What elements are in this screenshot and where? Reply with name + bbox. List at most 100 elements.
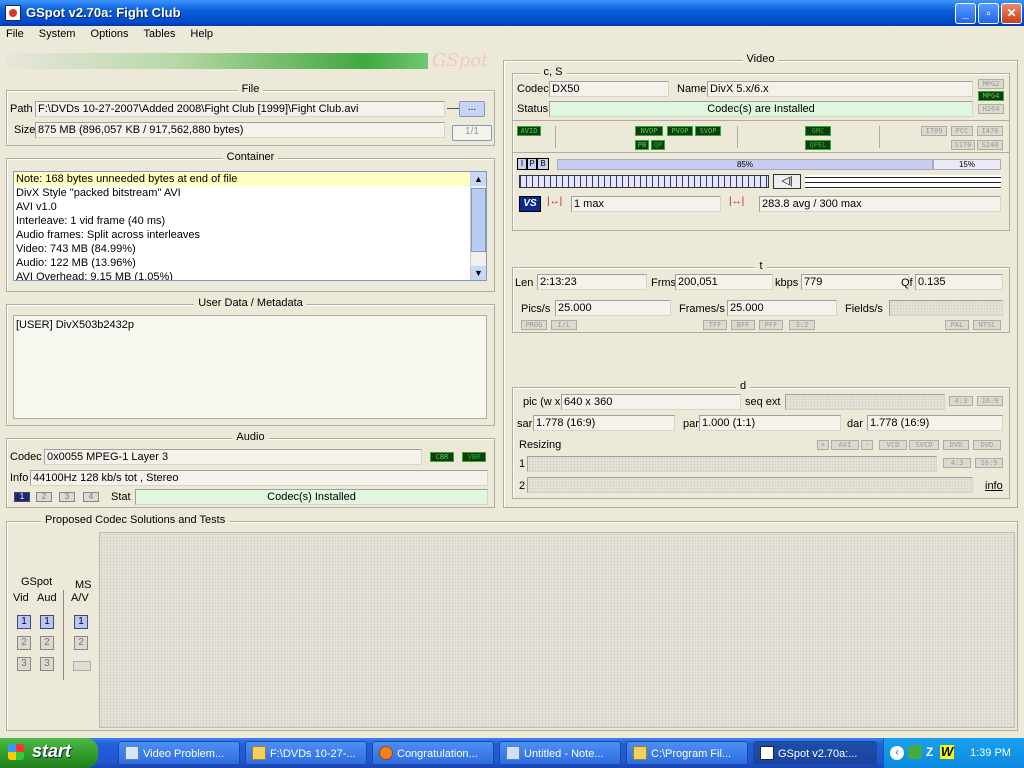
start-button[interactable]: start (0, 738, 98, 768)
container-list[interactable]: Note: 168 bytes unneeded bytes at end of… (13, 171, 487, 281)
av-test-3[interactable] (73, 661, 91, 671)
tray-zonealarm-icon[interactable]: Z (926, 745, 933, 759)
codec-subgroup: c, S Codec DX50 Name DivX 5.x/6.x MPG2 M… (512, 66, 1010, 231)
task-congratulation[interactable]: Congratulation... (372, 741, 494, 765)
proposed-title: Proposed Codec Solutions and Tests (41, 514, 230, 526)
resize-plus-button[interactable]: + (817, 440, 829, 450)
seqext-label: seq ext (745, 396, 781, 408)
scroll-down-icon[interactable]: ▼ (471, 266, 486, 280)
gspot-app-icon (760, 746, 774, 760)
mpg2-tag: MPG2 (978, 79, 1004, 89)
menu-options[interactable]: Options (85, 26, 135, 40)
scroll-up-icon[interactable]: ▲ (471, 172, 486, 186)
divider (63, 590, 64, 680)
tray-collapse-icon[interactable]: ‹ (890, 746, 904, 760)
frame-size-field: 283.8 avg / 300 max (759, 196, 1001, 212)
audio-codec-label: Codec (10, 451, 42, 463)
resize-dvd2-tag: DVD (973, 440, 1001, 450)
kbps-label: kbps (775, 277, 799, 289)
page-indicator[interactable]: 1/1 (452, 125, 492, 141)
size-label: Size (14, 124, 36, 136)
menu-file[interactable]: File (0, 26, 30, 40)
task-notepad[interactable]: Untitled - Note... (499, 741, 621, 765)
userdata-line: [USER] DivX503b2432p (16, 319, 135, 331)
s240-tag: S240 (977, 140, 1003, 150)
divider (513, 152, 1009, 153)
notepad-icon (506, 746, 520, 760)
audio-track-3[interactable]: 3 (59, 492, 75, 502)
av-test-1[interactable]: 1 (74, 615, 88, 629)
av-label: A/V (71, 592, 89, 604)
list-item: Note: 168 bytes unneeded bytes at end of… (14, 172, 486, 186)
fields-label: Fields/s (845, 303, 883, 315)
pb-tag: PB (635, 140, 649, 150)
audio-track-4[interactable]: 4 (83, 492, 99, 502)
vid-test-2[interactable]: 2 (17, 636, 31, 650)
resize-row-1-label: 1 (519, 458, 526, 470)
ar-169-tag: 16:9 (977, 396, 1003, 406)
info-link[interactable]: info (985, 480, 1003, 492)
minimize-button[interactable]: _ (955, 3, 976, 24)
userdata-group: User Data / Metadata [USER] DivX503b2432… (6, 297, 495, 426)
divider (879, 126, 880, 148)
gop-strip (519, 175, 769, 188)
close-button[interactable]: ✕ (1001, 3, 1022, 24)
audio-info-label: Info (10, 472, 29, 484)
i709-tag: I709 (921, 126, 947, 136)
progress-bar (6, 53, 428, 69)
scrollbar[interactable]: ▲ ▼ (470, 172, 486, 280)
dimension-subgroup: d pic (w x h) 640 x 360 seq ext 4:3 16:9… (512, 380, 1010, 499)
tray-app-icon[interactable]: W (940, 745, 954, 759)
dar-label: dar (847, 418, 863, 430)
audio-stat-field: Codec(s) Installed (135, 489, 488, 505)
video-status-label: Status (517, 103, 549, 115)
task-video-problem[interactable]: Video Problem... (118, 741, 240, 765)
vid-test-1[interactable]: 1 (17, 615, 31, 629)
resize-avi-tag: AVI (831, 440, 859, 450)
browse-button[interactable]: ... (459, 101, 485, 117)
task-label: Untitled - Note... (524, 748, 604, 760)
par-field: 1.000 (1:1) (699, 415, 841, 431)
fcc-tag: FCC (951, 126, 973, 136)
menu-bar: File System Options Tables Help (0, 26, 1024, 44)
menu-tables[interactable]: Tables (138, 26, 182, 40)
window-title: GSpot v2.70a: Fight Club (26, 5, 181, 20)
audio-group-title: Audio (232, 431, 269, 443)
aud-test-1[interactable]: 1 (40, 615, 54, 629)
aud-test-2[interactable]: 2 (40, 636, 54, 650)
resize-minus-button[interactable]: - (861, 440, 873, 450)
resize-row-2-label: 2 (519, 480, 526, 492)
mpg4-tag: MPG4 (978, 91, 1004, 101)
scroll-thumb[interactable] (471, 188, 486, 252)
bitrate-graph (805, 175, 1001, 189)
menu-system[interactable]: System (33, 26, 82, 40)
userdata-box[interactable]: [USER] DivX503b2432p (13, 315, 487, 419)
list-item: AVI Overhead: 9.15 MB (1.05%) (16, 271, 173, 281)
vbr-tag: VBR (462, 452, 486, 462)
aud-test-3[interactable]: 3 (40, 657, 54, 671)
menu-help[interactable]: Help (184, 26, 219, 40)
dar-field: 1.778 (16:9) (867, 415, 1003, 431)
tray-network-icon[interactable] (908, 745, 922, 759)
d-title: d (735, 380, 751, 392)
task-label: C:\Program Fil... (651, 748, 732, 760)
proposed-group: Proposed Codec Solutions and Tests GSpot… (6, 514, 1018, 731)
av-test-2[interactable]: 2 (74, 636, 88, 650)
task-program-files[interactable]: C:\Program Fil... (626, 741, 748, 765)
task-label: Congratulation... (397, 748, 478, 760)
resize-dvd-tag: DVD (943, 440, 969, 450)
video-codec-field: DX50 (549, 81, 669, 97)
resize-vcd-tag: VCD (879, 440, 907, 450)
avid-tag: AVID (517, 126, 541, 136)
frame-ratio-bar-right: 15% (933, 159, 1001, 170)
vid-test-3[interactable]: 3 (17, 657, 31, 671)
task-dvds-folder[interactable]: F:\DVDs 10-27-... (245, 741, 367, 765)
task-gspot[interactable]: GSpot v2.70a:... (753, 741, 877, 765)
audio-track-2[interactable]: 2 (36, 492, 52, 502)
video-group-title: Video (742, 53, 779, 65)
b-frames-field: 1 max (571, 196, 721, 212)
audio-track-1[interactable]: 1 (14, 492, 30, 502)
maximize-button[interactable]: ▫ (978, 3, 999, 24)
list-item: Audio: 122 MB (13.96%) (16, 257, 136, 269)
path-field[interactable]: F:\DVDs 10-27-2007\Added 2008\Fight Club… (35, 101, 445, 117)
